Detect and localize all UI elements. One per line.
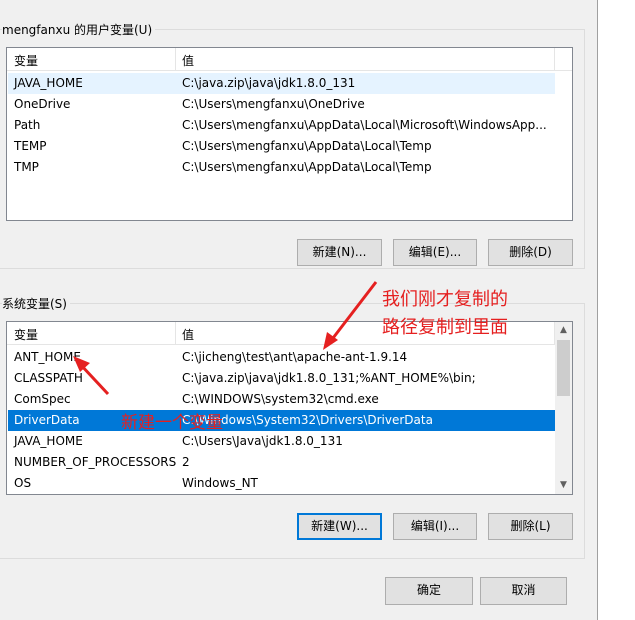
arrow-to-ant-home — [73, 356, 110, 396]
annotation-arrows — [73, 281, 378, 396]
arrow-to-value-column — [323, 281, 378, 350]
